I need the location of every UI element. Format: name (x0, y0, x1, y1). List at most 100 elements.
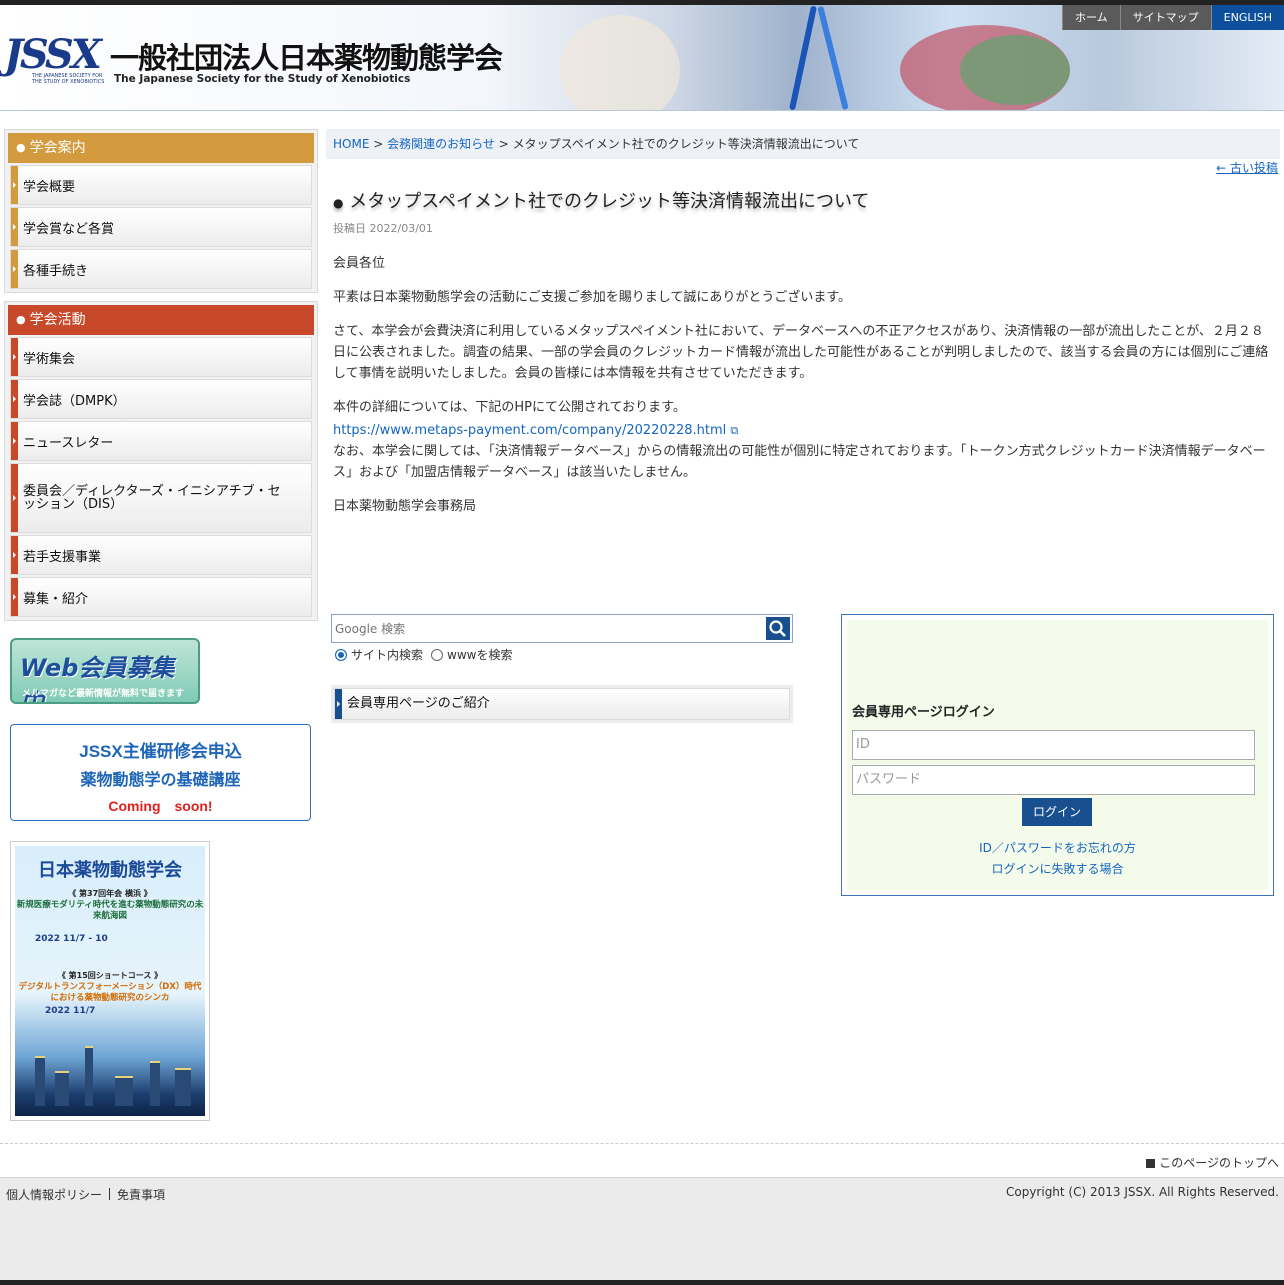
item-marker (11, 422, 18, 460)
nav-sitemap-link[interactable]: サイトマップ (1119, 5, 1211, 30)
sidebar-item-label: 学会賞など各賞 (23, 221, 115, 237)
item-marker (335, 689, 342, 719)
poster-image: 日本薬物動態学会 《 第37回年会 横浜 》 新規医療モダリティ時代を進む薬物動… (15, 846, 205, 1116)
menu-about-header: ● 学会案内 (8, 133, 314, 163)
sidebar-item-committees[interactable]: 委員会／ディレクターズ・イニシアチブ・セッション（DIS） (10, 463, 312, 533)
arrow-icon (13, 396, 16, 402)
sidebar-item-label: ニュースレター (23, 435, 114, 451)
breadcrumb-separator: > (373, 137, 384, 151)
header-decoration (560, 15, 680, 110)
logo-mark[interactable]: JSSX (4, 31, 102, 78)
radio-www-label: wwwを検索 (447, 648, 513, 662)
item-marker (11, 578, 18, 616)
sidebar-item-label: 学術集会 (23, 351, 76, 367)
breadcrumb: HOME > 会務関連のお知らせ > メタップスペイメント社でのクレジット等決済… (326, 129, 1280, 159)
disclaimer-link[interactable]: 免責事項 (117, 1188, 165, 1202)
item-marker (11, 208, 18, 246)
breadcrumb-home[interactable]: HOME (333, 137, 369, 151)
arrow-icon (13, 266, 16, 272)
sidebar-item-procedures[interactable]: 各種手続き (10, 249, 312, 289)
member-page-intro-label: 会員専用ページのご紹介 (347, 696, 490, 711)
radio-site[interactable] (335, 648, 347, 661)
menu-activities: ● 学会活動 学術集会 学会誌（DMPK） ニュースレター 委員会／ディレクター… (4, 301, 318, 621)
search-scope: サイト内検索 wwwを検索 (335, 646, 512, 663)
radio-www[interactable] (431, 648, 444, 661)
sidebar-item-young-support[interactable]: 若手支援事業 (10, 535, 312, 575)
main-content: HOME > 会務関連のお知らせ > メタップスペイメント社でのクレジット等決済… (326, 129, 1280, 599)
sidebar-item-label: 各種手続き (23, 263, 89, 279)
top-navigation: ホーム サイトマップ ENGLISH (1061, 5, 1284, 30)
breadcrumb-separator: > (498, 137, 509, 151)
login-help-link[interactable]: ログインに失敗する場合 (847, 860, 1268, 877)
sidebar-item-journal[interactable]: 学会誌（DMPK） (10, 379, 312, 419)
id-field[interactable]: ID (852, 730, 1255, 760)
item-marker (11, 380, 18, 418)
menu-about-title: 学会案内 (29, 140, 86, 156)
sidebar-item-label: 募集・紹介 (23, 591, 89, 607)
forgot-password-link[interactable]: ID／パスワードをお忘れの方 (847, 839, 1268, 856)
nav-english-link[interactable]: ENGLISH (1210, 5, 1284, 30)
seminar-subtitle: 薬物動態学の基礎講座 (80, 772, 241, 789)
bullet-icon: ● (16, 313, 26, 326)
poster-shortcourse: 《 第15回ショートコース 》 (57, 971, 163, 980)
external-link-icon: ⧉ (730, 424, 739, 437)
arrow-icon (337, 701, 340, 707)
external-link[interactable]: https://www.metaps-payment.com/company/2… (333, 423, 726, 438)
arrow-icon (13, 495, 16, 501)
post-title: ● メタップスペイメント社でのクレジット等決済情報流出について (333, 187, 869, 213)
breadcrumb-current: メタップスペイメント社でのクレジット等決済情報流出について (512, 137, 860, 151)
post-paragraph: 会員各位 (333, 256, 386, 271)
bullet-icon: ● (333, 196, 344, 210)
arrow-icon (13, 224, 16, 230)
sidebar-item-newsletter[interactable]: ニュースレター (10, 421, 312, 461)
member-page-intro-button[interactable]: 会員専用ページのご紹介 (334, 688, 790, 720)
search-button[interactable] (766, 617, 790, 640)
search-box (331, 614, 793, 643)
breadcrumb-category[interactable]: 会務関連のお知らせ (387, 137, 495, 151)
item-marker (11, 166, 18, 204)
older-post-link[interactable]: ← 古い投稿 (1216, 159, 1278, 176)
logo-japanese[interactable]: 一般社団法人日本薬物動態学会 (110, 35, 503, 77)
bullet-icon: ● (16, 141, 26, 154)
login-panel-body: 会員専用ページログイン ID パスワード ログイン ID／パスワードをお忘れの方… (847, 620, 1268, 890)
arrow-icon (13, 552, 16, 558)
post-paragraph: 平素は日本薬物動態学会の活動にご支援ご参加を賜りまして誠にありがとうございます。 (333, 290, 852, 305)
item-marker (11, 464, 18, 532)
annual-meeting-poster[interactable]: 日本薬物動態学会 《 第37回年会 横浜 》 新規医療モダリティ時代を進む薬物動… (10, 841, 210, 1121)
arrow-icon (13, 182, 16, 188)
member-page-intro[interactable]: 会員専用ページのご紹介 (331, 685, 793, 723)
poster-building (115, 1076, 133, 1106)
page: JSSX THE JAPANESE SOCIETY FOR THE STUDY … (0, 5, 1284, 1280)
arrow-icon (13, 438, 16, 444)
sidebar: ● 学会案内 学会概要 学会賞など各賞 各種手続き ● 学会活動 学術集会 学会… (4, 129, 318, 629)
footer-links: 個人情報ポリシー 免責事項 (6, 1186, 165, 1203)
seminar-title: JSSX主催研修会申込 (79, 742, 242, 761)
search-icon (769, 620, 786, 637)
back-to-top-link[interactable]: このページのトップへ (1146, 1154, 1279, 1171)
web-member-banner-subtitle: メルマガなど最新情報が無料で届きます (22, 689, 185, 699)
radio-site-label: サイト内検索 (351, 648, 424, 662)
sidebar-item-overview[interactable]: 学会概要 (10, 165, 312, 205)
web-member-banner[interactable]: Web会員募集中 メルマガなど最新情報が無料で届きます (10, 638, 200, 704)
seminar-banner[interactable]: JSSX主催研修会申込 薬物動態学の基礎講座 Coming soon! (10, 724, 311, 821)
password-field[interactable]: パスワード (852, 765, 1255, 795)
post-title-text: メタップスペイメント社でのクレジット等決済情報流出について (349, 191, 870, 212)
logo-english: The Japanese Society for the Study of Xe… (114, 73, 411, 85)
nav-home-link[interactable]: ホーム (1061, 5, 1120, 30)
post-date: 投稿日 2022/03/01 (333, 222, 433, 235)
post-paragraph: さて、本学会が会費決済に利用しているメタップスペイメント社において、データベース… (333, 324, 1269, 381)
arrow-icon (13, 354, 16, 360)
dna-decoration (789, 5, 817, 110)
logo-mark-subtitle: THE JAPANESE SOCIETY FOR THE STUDY OF XE… (32, 73, 105, 85)
sidebar-item-recruitment[interactable]: 募集・紹介 (10, 577, 312, 617)
menu-activities-title: 学会活動 (29, 312, 86, 328)
privacy-policy-link[interactable]: 個人情報ポリシー (6, 1188, 102, 1202)
bottom-border (0, 1280, 1284, 1285)
sidebar-item-meetings[interactable]: 学術集会 (10, 337, 312, 377)
poster-building (150, 1061, 160, 1106)
poster-title: 日本薬物動態学会 (38, 860, 182, 881)
back-to-top-label: このページのトップへ (1159, 1156, 1279, 1170)
sidebar-item-awards[interactable]: 学会賞など各賞 (10, 207, 312, 247)
login-button[interactable]: ログイン (1022, 798, 1092, 826)
search-input[interactable] (335, 617, 765, 640)
